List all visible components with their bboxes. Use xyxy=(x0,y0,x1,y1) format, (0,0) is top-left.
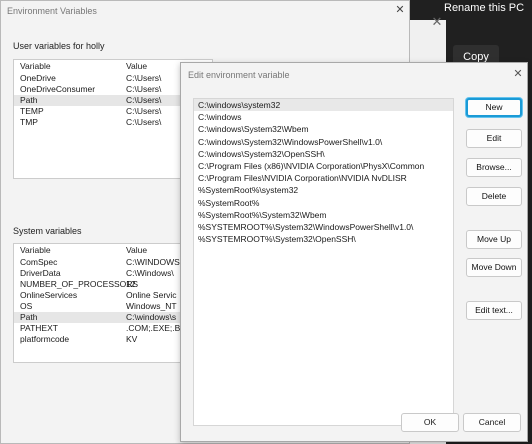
path-item[interactable]: C:\windows\System32\WindowsPowerShell\v1… xyxy=(194,136,453,148)
variable-name: OnlineServices xyxy=(20,290,78,300)
dialog-title: Edit environment variable xyxy=(188,70,290,80)
variable-name: PATHEXT xyxy=(20,323,58,333)
edit-environment-variable-dialog: Edit environment variable ✕ C:\windows\s… xyxy=(180,62,528,442)
background-close-icon[interactable]: ✕ xyxy=(426,12,448,34)
variable-name: NUMBER_OF_PROCESSORS xyxy=(20,279,139,289)
ok-button[interactable]: OK xyxy=(401,413,459,432)
edit-text-button[interactable]: Edit text... xyxy=(466,301,522,320)
path-item[interactable]: C:\windows xyxy=(194,111,453,123)
variable-name: TMP xyxy=(20,117,38,127)
variable-name: OneDriveConsumer xyxy=(20,84,96,94)
variable-column-header[interactable]: Variable xyxy=(14,245,126,257)
path-item[interactable]: C:\Program Files (x86)\NVIDIA Corporatio… xyxy=(194,160,453,172)
variable-column-header[interactable]: Variable xyxy=(14,61,126,73)
move-down-button[interactable]: Move Down xyxy=(466,258,522,277)
path-item[interactable]: %SystemRoot%\System32\Wbem xyxy=(194,209,453,221)
path-item[interactable]: C:\Program Files\NVIDIA Corporation\NVID… xyxy=(194,172,453,184)
variable-name: DriverData xyxy=(20,268,61,278)
variable-name: TEMP xyxy=(20,106,44,116)
path-item[interactable]: C:\windows\System32\Wbem xyxy=(194,123,453,135)
close-icon[interactable]: ✕ xyxy=(511,67,525,81)
user-variables-label: User variables for holly xyxy=(13,41,105,51)
variable-name: OS xyxy=(20,301,33,311)
close-icon[interactable]: ✕ xyxy=(393,3,407,17)
path-item[interactable]: C:\windows\System32\OpenSSH\ xyxy=(194,148,453,160)
cancel-button[interactable]: Cancel xyxy=(463,413,521,432)
path-item[interactable]: %SystemRoot% xyxy=(194,197,453,209)
browse-button[interactable]: Browse... xyxy=(466,158,522,177)
rename-pc-link[interactable]: Rename this PC xyxy=(440,0,532,18)
path-list[interactable]: C:\windows\system32 C:\windows C:\window… xyxy=(193,98,454,426)
edit-button[interactable]: Edit xyxy=(466,129,522,148)
variable-name: Path xyxy=(20,312,38,322)
path-item[interactable]: %SystemRoot%\system32 xyxy=(194,184,453,196)
delete-button[interactable]: Delete xyxy=(466,187,522,206)
window-title: Environment Variables xyxy=(7,6,97,16)
path-item-selected[interactable]: C:\windows\system32 xyxy=(194,99,453,112)
variable-name: OneDrive xyxy=(20,73,56,83)
path-item[interactable]: %SYSTEMROOT%\System32\WindowsPowerShell\… xyxy=(194,221,453,233)
system-variables-label: System variables xyxy=(13,226,82,236)
variable-name: Path xyxy=(20,95,38,105)
variable-name: platformcode xyxy=(20,334,70,344)
move-up-button[interactable]: Move Up xyxy=(466,230,522,249)
new-button[interactable]: New xyxy=(466,98,522,117)
variable-name: ComSpec xyxy=(20,257,58,267)
path-item[interactable]: %SYSTEMROOT%\System32\OpenSSH\ xyxy=(194,233,453,245)
